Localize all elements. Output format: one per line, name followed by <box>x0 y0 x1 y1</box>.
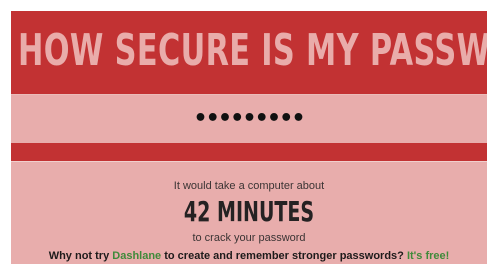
result-suffix-text: to crack your password <box>192 232 306 244</box>
cta-line: Why not try Dashlane to create and remem… <box>11 249 487 263</box>
crack-time-value: 42 MINUTES <box>183 195 315 228</box>
page-title: HOW SECURE IS MY PASSWORD? <box>18 25 487 76</box>
password-input[interactable] <box>11 95 487 143</box>
cta-prefix-text: Why not try <box>48 250 113 262</box>
header-banner: HOW SECURE IS MY PASSWORD? <box>11 11 487 94</box>
its-free-link[interactable]: It's free! <box>407 250 449 262</box>
dashlane-link[interactable]: Dashlane <box>112 250 161 262</box>
cta-middle-text: to create and remember stronger password… <box>161 250 407 262</box>
result-intro-text: It would take a computer about <box>173 180 325 192</box>
password-checker-widget: HOW SECURE IS MY PASSWORD? It would take… <box>11 11 487 264</box>
separator-strip <box>11 143 487 161</box>
result-panel: It would take a computer about 42 MINUTE… <box>11 162 487 264</box>
password-panel <box>11 95 487 143</box>
